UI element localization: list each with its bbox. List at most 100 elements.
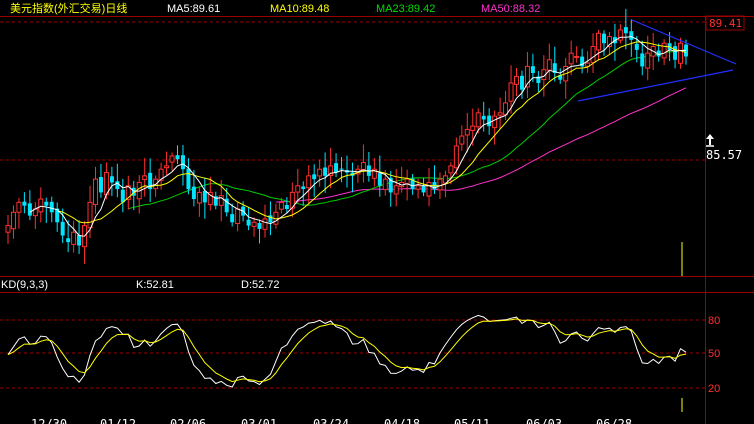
candle-body-down (22, 201, 27, 206)
candle-body-down (191, 186, 196, 200)
date-label: 05/11 (454, 417, 490, 424)
candle-body-up (574, 55, 580, 58)
candle-body-down (257, 222, 262, 229)
candle-body-up (661, 42, 667, 59)
candle-body-up (464, 128, 470, 136)
candle-body-down (27, 203, 32, 216)
candle-body-up (262, 218, 268, 230)
candle-body-up (437, 178, 443, 191)
candle-body-up (475, 112, 481, 128)
candle-body-down (323, 167, 328, 176)
candle-body-up (508, 82, 514, 102)
candle-body-up (169, 155, 175, 163)
candle-body-down (601, 33, 606, 44)
kd-k-label: K:52.81 (136, 279, 174, 291)
candle-body-down (120, 189, 125, 203)
kd-axis-20: 20 (708, 383, 720, 395)
candle-body-down (66, 238, 71, 243)
candle-body-down (629, 31, 634, 40)
candle-body-up (459, 135, 465, 145)
price-top-label: 89.41 (709, 17, 742, 30)
candle-body-down (77, 235, 82, 246)
candle-body-up (251, 221, 257, 227)
candle-body-down (186, 168, 191, 190)
candle-body-down (246, 219, 251, 226)
date-label: 04/18 (384, 417, 420, 424)
kd-axis-80: 80 (708, 315, 720, 327)
candle-body-up (393, 185, 399, 195)
date-label: 06/28 (596, 417, 632, 424)
candle-body-up (360, 162, 366, 170)
candle-body-up (164, 165, 170, 169)
candle-body-down (481, 115, 486, 120)
candle-body-up (87, 201, 93, 229)
candle-body-up (295, 185, 301, 193)
candle-body-up (16, 201, 22, 213)
candle-body-up (453, 145, 459, 169)
candle-body-up (382, 178, 388, 191)
candle-body-up (497, 112, 503, 116)
candle-body-down (49, 201, 54, 213)
candle-body-up (596, 32, 602, 51)
candle-body-down (60, 221, 65, 236)
candle-body-up (492, 115, 498, 129)
candle-body-up (317, 168, 323, 177)
date-label: 06/03 (526, 417, 562, 424)
ma5-label: MA5:89.61 (167, 3, 220, 15)
candle-body-up (218, 195, 224, 206)
candle-body-down (623, 27, 628, 34)
candle-body-down (312, 174, 317, 180)
candle-body-up (10, 211, 16, 230)
chart-title: 美元指数(外汇交易)日线 (10, 1, 127, 15)
candle-body-up (5, 225, 11, 233)
candle-body-down (377, 173, 382, 186)
candle-body-down (202, 190, 207, 203)
candle-body-up (678, 42, 684, 64)
ma10-label: MA10:89.48 (270, 3, 329, 15)
candle-body-down (115, 181, 120, 190)
date-label: 03/01 (241, 417, 277, 424)
price-mid-label: 85.57 (706, 148, 742, 162)
candle-body-down (180, 155, 185, 170)
candle-body-down (175, 155, 180, 160)
candle-body-down (98, 177, 103, 193)
candle-body-up (568, 52, 574, 65)
ma50-label: MA50:88.32 (481, 3, 540, 15)
candle-body-down (44, 201, 49, 206)
candle-body-up (415, 185, 421, 190)
candle-body-up (235, 208, 241, 224)
candle-body-down (634, 43, 639, 50)
date-label: 12/30 (31, 417, 67, 424)
candle-body-up (426, 181, 432, 197)
candle-body-down (230, 214, 235, 223)
candle-body-up (470, 125, 476, 131)
ma23-label: MA23:89.42 (376, 3, 435, 15)
candle-body-down (284, 204, 289, 209)
candle-body-down (109, 176, 114, 183)
candle-body-up (546, 59, 552, 71)
candle-body-up (514, 75, 519, 85)
candle-body-down (673, 46, 678, 60)
kd-title: KD(9,3,3) (1, 279, 48, 291)
date-label: 02/06 (170, 417, 206, 424)
candle-body-up (278, 201, 284, 210)
candle-body-down (640, 53, 645, 67)
candle-body-up (142, 175, 148, 181)
candle-body-down (519, 75, 524, 90)
candle-body-up (404, 178, 410, 185)
date-label: 01/12 (100, 417, 136, 424)
candle-body-up (92, 178, 98, 206)
candle-body-down (334, 163, 339, 173)
kd-d-label: D:52.72 (241, 279, 280, 291)
candle-body-down (530, 66, 535, 74)
candle-body-down (487, 115, 492, 127)
candle-body-down (301, 186, 306, 190)
kd-axis-50: 50 (708, 348, 720, 360)
candle-body-down (421, 185, 426, 193)
candle-body-up (306, 175, 312, 189)
date-label: 03/24 (313, 417, 349, 424)
candle-body-up (38, 198, 44, 213)
candle-body-up (196, 191, 202, 204)
candle-body-down (339, 168, 344, 170)
candle-body-up (590, 46, 596, 63)
